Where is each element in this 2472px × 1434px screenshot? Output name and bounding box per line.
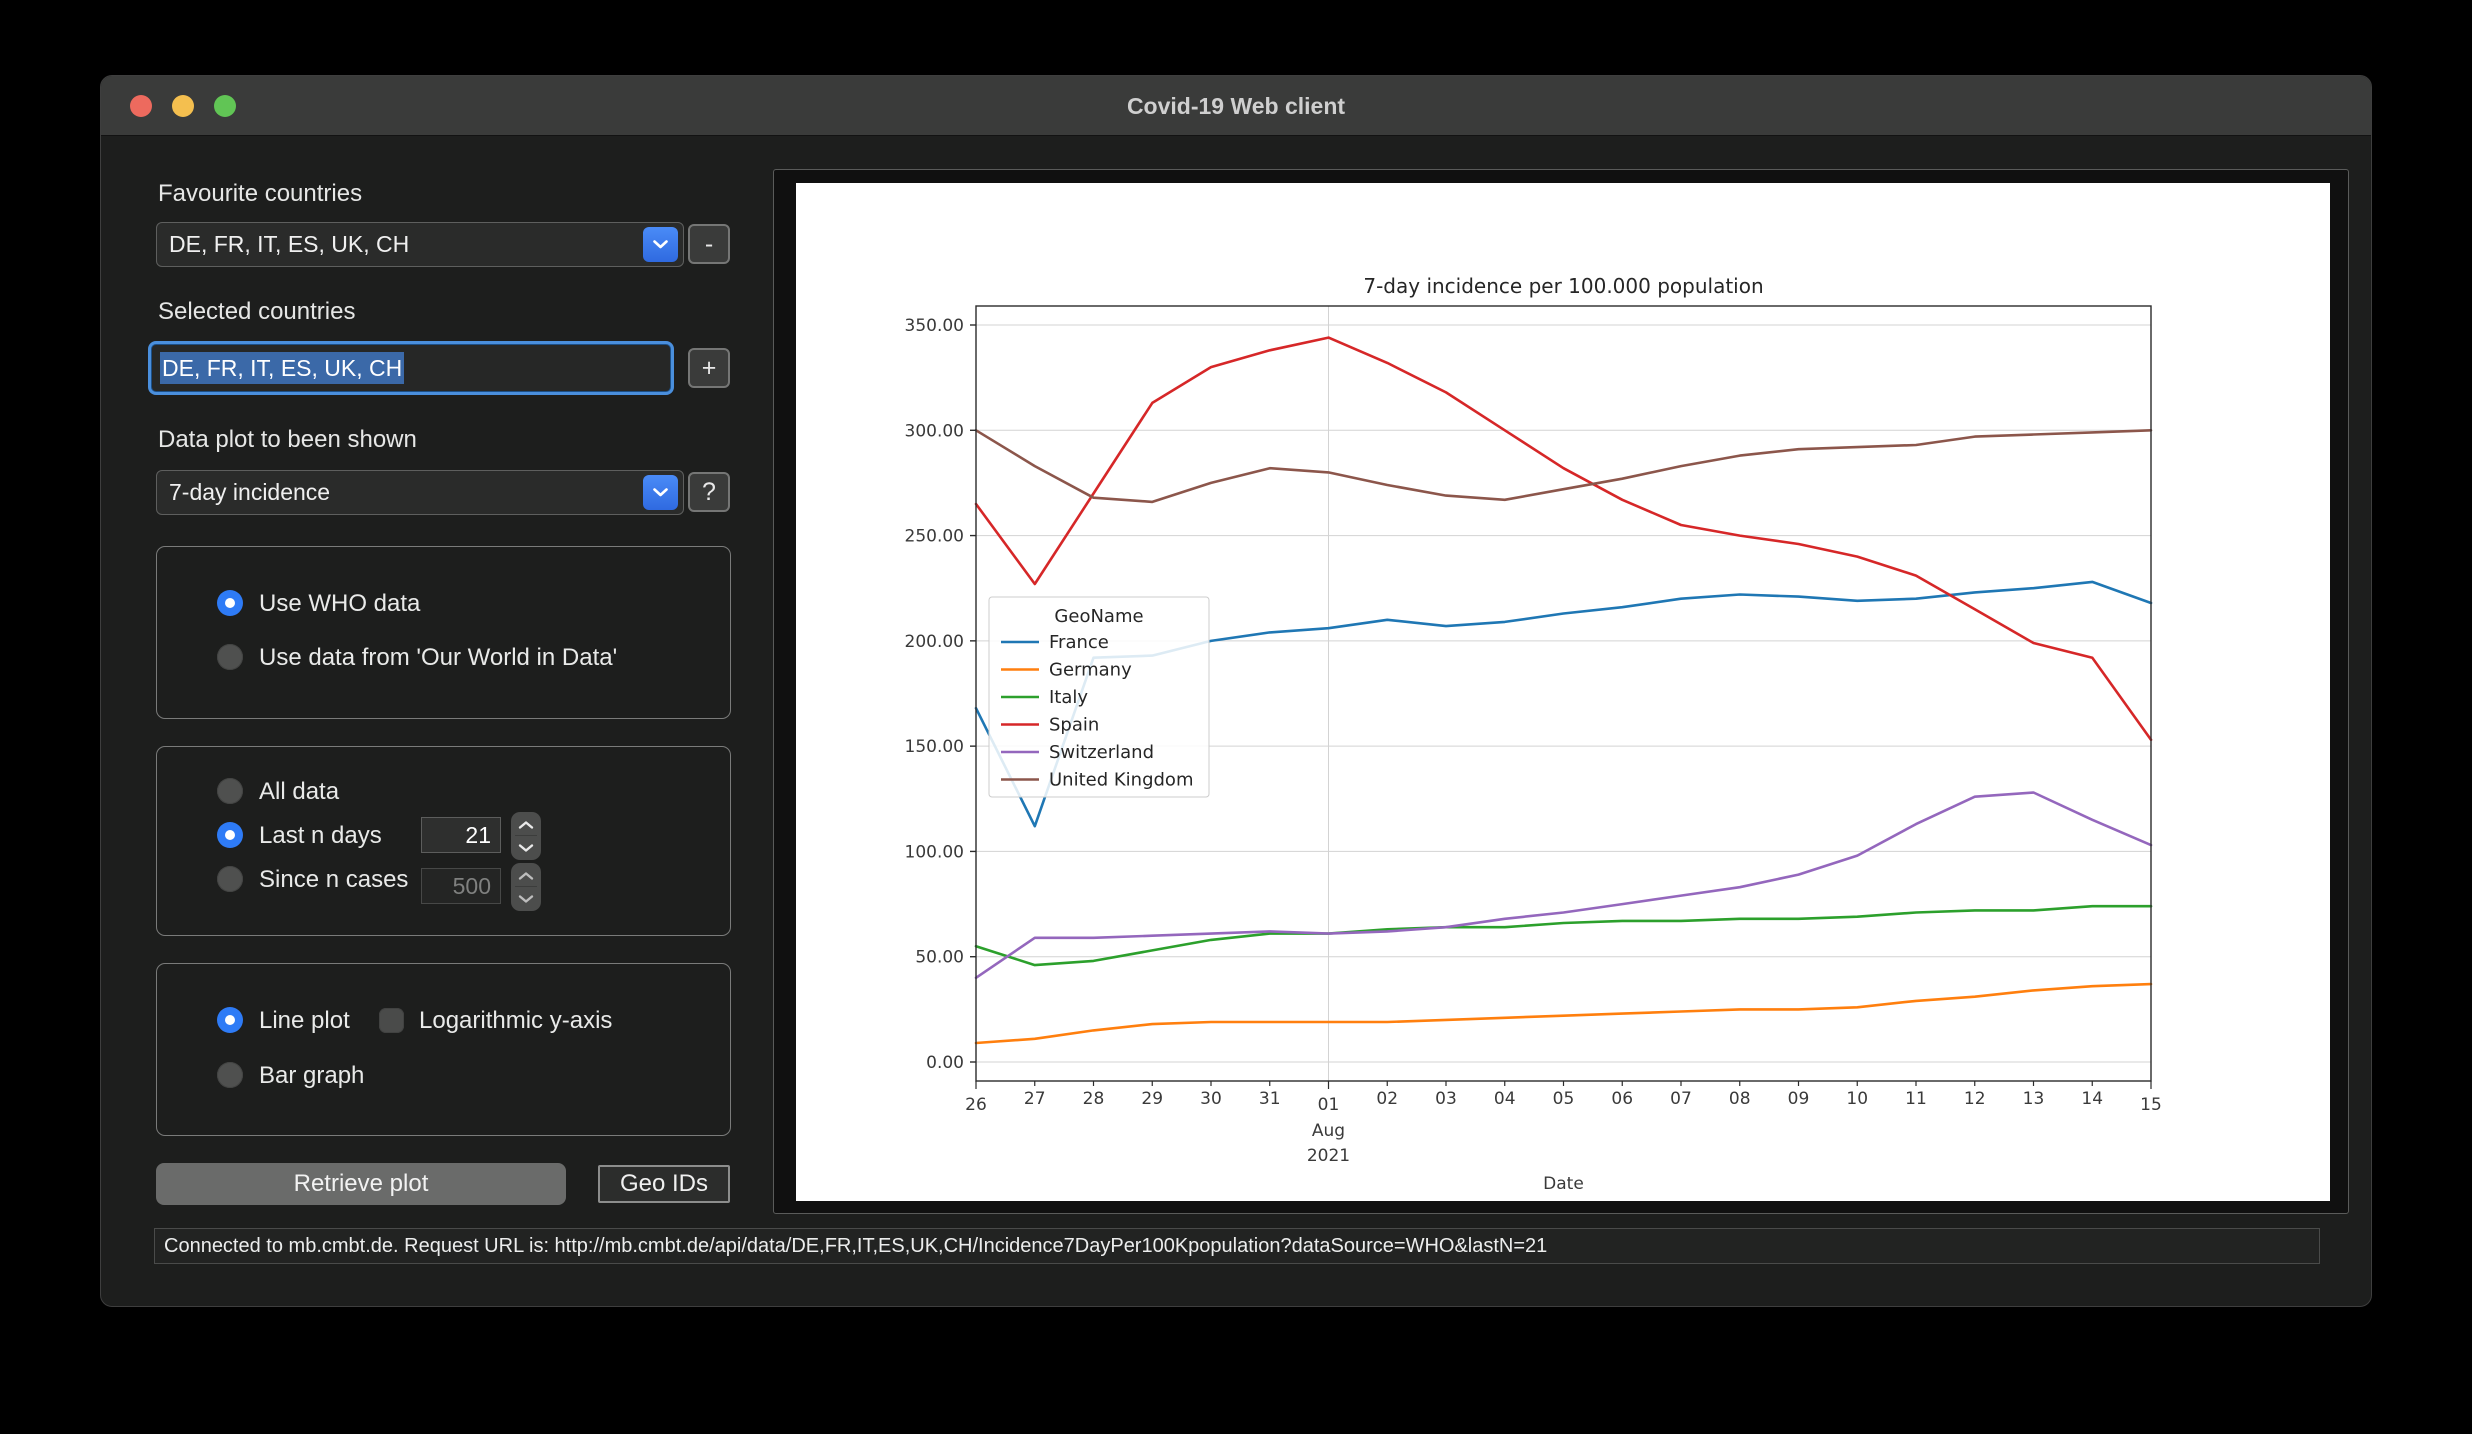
x-tick-label: 03 [1435,1089,1457,1109]
chevron-down-icon [652,239,669,250]
remove-favourite-button[interactable]: - [688,224,730,264]
legend-label-italy: Italy [1049,687,1088,708]
y-tick-label: 150.00 [905,737,964,757]
x-year-label: 2021 [1307,1146,1350,1166]
since-n-cases-stepper[interactable] [511,863,541,911]
combobox-dropdown-button[interactable] [643,227,678,262]
x-tick-label: 10 [1846,1089,1868,1109]
use-who-data-label: Use WHO data [259,590,420,618]
x-tick-label: 30 [1200,1089,1222,1109]
chevron-up-icon [518,871,534,881]
since-n-cases-label: Since n cases [259,866,408,894]
y-tick-label: 200.00 [905,632,964,652]
y-tick-label: 350.00 [905,316,964,336]
x-tick-label: 04 [1494,1089,1516,1109]
last-n-days-label: Last n days [259,822,382,850]
status-bar: Connected to mb.cmbt.de. Request URL is:… [154,1228,2320,1264]
x-tick-label: 01 [1318,1095,1340,1115]
stepper-up-button[interactable] [511,864,541,887]
x-tick-label: 13 [2023,1089,2045,1109]
bar-graph-label: Bar graph [259,1062,364,1090]
stepper-down-button[interactable] [511,887,541,910]
chart-figure: 7-day incidence per 100.000 population 0.… [796,183,2330,1201]
x-month-label: Aug [1312,1121,1345,1141]
x-tick-label: 07 [1670,1089,1692,1109]
stepper-down-button[interactable] [511,836,541,859]
y-tick-label: 250.00 [905,527,964,547]
last-n-days-spinbox[interactable]: 21 [421,817,501,853]
bar-graph-radio[interactable] [217,1062,243,1088]
x-tick-label: 06 [1611,1089,1633,1109]
legend-label-spain: Spain [1049,715,1099,736]
line-plot-label: Line plot [259,1007,350,1035]
selected-countries-label: Selected countries [158,298,355,326]
add-selected-button[interactable]: + [688,348,730,388]
selected-countries-input[interactable]: DE, FR, IT, ES, UK, CH [151,344,671,392]
x-tick-label: 27 [1024,1089,1046,1109]
x-tick-label: 09 [1788,1089,1810,1109]
plot-type-groupbox [156,963,731,1136]
x-axis-title: Date [1543,1174,1584,1194]
since-n-cases-spinbox[interactable]: 500 [421,868,501,904]
use-owid-data-label: Use data from 'Our World in Data' [259,644,617,672]
all-data-radio[interactable] [217,778,243,804]
x-tick-label: 26 [965,1095,987,1115]
x-tick-label: 02 [1376,1089,1398,1109]
y-tick-label: 0.00 [926,1053,964,1073]
legend-label-switzerland: Switzerland [1049,742,1154,763]
all-data-label: All data [259,778,339,806]
chevron-up-icon [518,820,534,830]
y-tick-label: 300.00 [905,421,964,441]
last-n-days-radio[interactable] [217,822,243,848]
x-tick-label: 15 [2140,1095,2162,1115]
legend-label-france: France [1049,632,1109,653]
help-button[interactable]: ? [688,472,730,512]
logarithmic-y-axis-label: Logarithmic y-axis [419,1007,612,1035]
chart-title: 7-day incidence per 100.000 population [1363,274,1763,298]
y-tick-label: 50.00 [915,948,964,968]
chevron-down-icon [652,487,669,498]
legend-title: GeoName [1054,606,1143,627]
y-tick-label: 100.00 [905,842,964,862]
last-n-days-stepper[interactable] [511,812,541,860]
incidence-line-chart[interactable]: 7-day incidence per 100.000 population 0.… [796,183,2330,1201]
x-tick-label: 08 [1729,1089,1751,1109]
x-tick-label: 14 [2081,1089,2103,1109]
favourite-countries-value: DE, FR, IT, ES, UK, CH [169,231,409,257]
logarithmic-y-axis-checkbox[interactable] [379,1008,404,1033]
series-line-germany [976,984,2151,1043]
chevron-down-icon [518,894,534,904]
favourite-countries-label: Favourite countries [158,180,362,208]
data-plot-combobox[interactable]: 7-day incidence [156,470,684,515]
x-tick-label: 31 [1259,1089,1281,1109]
legend-label-germany: Germany [1049,660,1132,681]
window-title: Covid-19 Web client [101,76,2371,136]
use-who-data-radio[interactable] [217,590,243,616]
x-tick-label: 29 [1141,1089,1163,1109]
x-tick-label: 28 [1083,1089,1105,1109]
line-plot-radio[interactable] [217,1007,243,1033]
chart-panel: 7-day incidence per 100.000 population 0.… [773,169,2349,1214]
data-plot-label: Data plot to been shown [158,426,417,454]
combobox-dropdown-button[interactable] [643,475,678,510]
selected-countries-value: DE, FR, IT, ES, UK, CH [160,352,404,384]
legend-label-united-kingdom: United Kingdom [1049,770,1193,791]
data-plot-value: 7-day incidence [169,479,330,505]
favourite-countries-combobox[interactable]: DE, FR, IT, ES, UK, CH [156,222,684,267]
x-tick-label: 11 [1905,1089,1927,1109]
chevron-down-icon [518,843,534,853]
titlebar[interactable]: Covid-19 Web client [101,76,2371,136]
data-source-groupbox [156,546,731,719]
app-window: Covid-19 Web client Favourite countries … [100,75,2372,1307]
series-line-united-kingdom [976,430,2151,502]
stepper-up-button[interactable] [511,813,541,836]
since-n-cases-radio[interactable] [217,866,243,892]
retrieve-plot-button[interactable]: Retrieve plot [156,1163,566,1205]
x-tick-label: 12 [1964,1089,1986,1109]
use-owid-data-radio[interactable] [217,644,243,670]
geo-ids-button[interactable]: Geo IDs [598,1165,730,1203]
x-tick-label: 05 [1553,1089,1575,1109]
